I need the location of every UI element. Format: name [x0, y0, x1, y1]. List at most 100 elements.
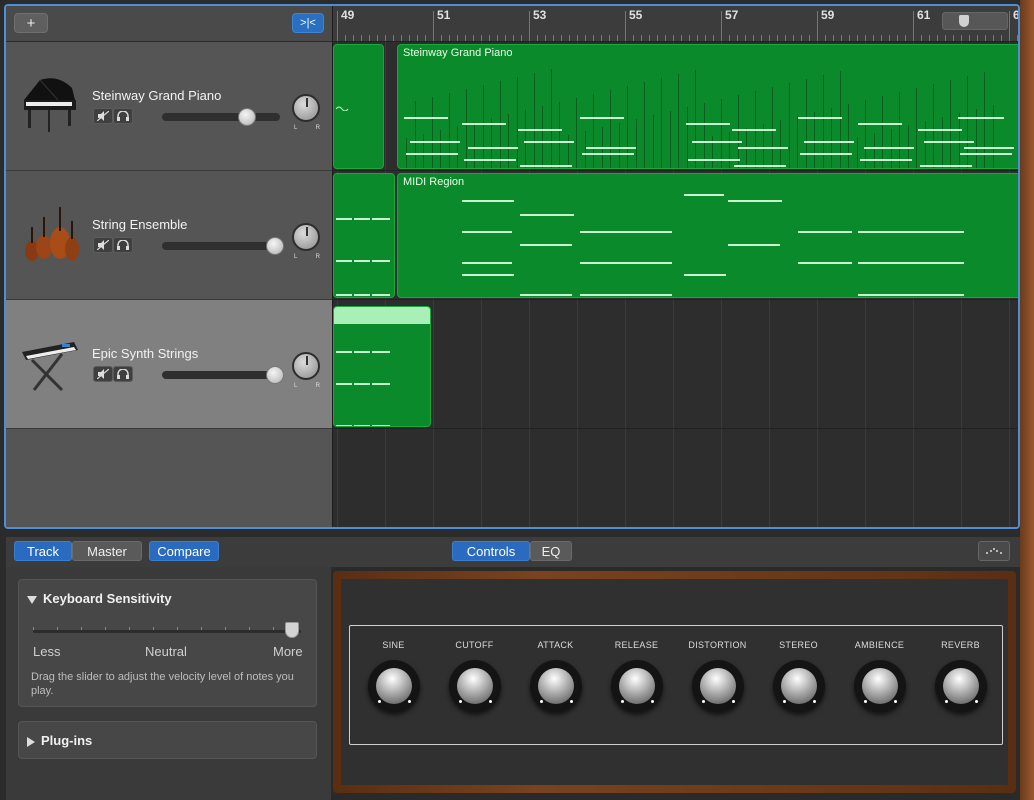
- ruler-tick: [529, 11, 530, 41]
- track-name[interactable]: Steinway Grand Piano: [92, 88, 221, 103]
- midi-note: [732, 129, 776, 131]
- synth-knob-cutoff[interactable]: CUTOFF: [434, 640, 515, 712]
- pan-knob[interactable]: [292, 223, 320, 251]
- tab-master[interactable]: Master: [72, 541, 142, 561]
- headphones-icon[interactable]: [113, 108, 133, 124]
- keyboard-sensitivity-slider[interactable]: [33, 630, 301, 633]
- midi-region[interactable]: MIDI Region: [397, 173, 1018, 298]
- rotary-knob[interactable]: [691, 660, 744, 712]
- track-name[interactable]: String Ensemble: [92, 217, 187, 232]
- synth-knob-attack[interactable]: ATTACK: [515, 640, 596, 712]
- velocity-line: [661, 78, 662, 168]
- bar-number: 53: [533, 8, 547, 22]
- region-name: MIDI Region: [403, 176, 465, 188]
- track-lane-strings[interactable]: MIDI Region: [333, 171, 1018, 300]
- volume-slider[interactable]: [162, 108, 280, 126]
- volume-slider-knob[interactable]: [266, 366, 284, 384]
- ruler-tick: [537, 35, 538, 41]
- mute-icon[interactable]: [93, 366, 113, 382]
- track-header-piano[interactable]: Steinway Grand Piano LR: [6, 42, 332, 171]
- midi-note: [798, 262, 852, 264]
- velocity-line: [593, 94, 594, 168]
- knob-indicator-dot: [812, 700, 816, 703]
- synth-knob-distortion[interactable]: DISTORTION: [677, 640, 758, 712]
- midi-region[interactable]: Steinway Grand Piano: [397, 44, 1018, 169]
- keyboard-sensitivity-disclosure[interactable]: Keyboard Sensitivity: [27, 591, 172, 606]
- slider-tick: [177, 627, 178, 630]
- ruler-tick: [545, 35, 546, 41]
- rotary-knob[interactable]: [853, 660, 906, 712]
- ruler-tick: [985, 35, 986, 41]
- rotary-knob[interactable]: [772, 660, 825, 712]
- ruler-tick: [873, 35, 874, 41]
- keyboard-sensitivity-thumb[interactable]: [285, 622, 299, 638]
- add-track-button[interactable]: +: [14, 13, 48, 33]
- mute-icon[interactable]: [93, 108, 113, 124]
- empty-track-header-area[interactable]: [6, 429, 332, 527]
- rotary-knob[interactable]: [934, 660, 987, 712]
- ruler-tick: [993, 35, 994, 41]
- velocity-line: [482, 85, 484, 168]
- velocity-line: [559, 102, 560, 168]
- ruler-tick: [705, 35, 706, 41]
- volume-slider[interactable]: [162, 366, 284, 384]
- catch-playhead-button[interactable]: >|<: [292, 13, 324, 33]
- zoom-slider[interactable]: [942, 12, 1008, 30]
- volume-slider-knob[interactable]: [238, 108, 256, 126]
- volume-slider-knob[interactable]: [266, 237, 284, 255]
- tab-controls[interactable]: Controls: [452, 541, 530, 561]
- rotary-knob[interactable]: [529, 660, 582, 712]
- rotary-knob[interactable]: [448, 660, 501, 712]
- midi-note: [688, 159, 740, 161]
- track-header-synth[interactable]: Epic Synth Strings LR: [6, 300, 332, 429]
- headphones-icon[interactable]: [113, 366, 133, 382]
- pan-knob[interactable]: [292, 352, 320, 380]
- pan-labels: LR: [294, 254, 320, 260]
- midi-region[interactable]: [333, 173, 395, 298]
- synth-knob-release[interactable]: RELEASE: [596, 640, 677, 712]
- rotary-knob[interactable]: [610, 660, 663, 712]
- ruler[interactable]: 49 51 53 55 57 59 61 6: [332, 6, 1018, 42]
- synth-knob-group: SINE CUTOFF ATTACK RELEASE DISTORTION STEREO A…: [349, 625, 1003, 745]
- timeline-area[interactable]: Steinway Grand Piano MIDI Region: [332, 42, 1018, 527]
- synth-knob-label: AMBIENCE: [854, 640, 905, 650]
- midi-note: [372, 351, 390, 353]
- pan-right-label: R: [315, 383, 320, 389]
- plugins-section[interactable]: Plug-ins: [18, 721, 317, 759]
- track-name[interactable]: Epic Synth Strings: [92, 346, 198, 361]
- pan-labels: LR: [294, 383, 320, 389]
- tab-eq[interactable]: EQ: [530, 541, 572, 561]
- midi-note: [920, 165, 972, 167]
- midi-note: [804, 141, 854, 143]
- ruler-tick: [369, 35, 370, 41]
- midi-note: [738, 147, 788, 149]
- tab-track[interactable]: Track: [14, 541, 72, 561]
- compare-button[interactable]: Compare: [149, 541, 219, 561]
- tracks-area: + >|< 49 51 53 55 57 59 61 6 Steinway Gr…: [4, 4, 1020, 529]
- controller-assignments-icon[interactable]: [978, 541, 1010, 561]
- ruler-tick: [585, 35, 586, 41]
- volume-slider[interactable]: [162, 237, 284, 255]
- track-header-strings[interactable]: String Ensemble LR: [6, 171, 332, 300]
- rotary-knob[interactable]: [367, 660, 420, 712]
- ruler-tick: [465, 35, 466, 41]
- synth-knob-reverb[interactable]: REVERB: [920, 640, 1001, 712]
- track-lane-piano[interactable]: Steinway Grand Piano: [333, 42, 1018, 171]
- midi-note: [406, 153, 458, 155]
- ruler-tick: [449, 35, 450, 41]
- synth-knob-stereo[interactable]: STEREO: [758, 640, 839, 712]
- track-lane-synth[interactable]: [333, 300, 1018, 429]
- mute-icon[interactable]: [93, 237, 113, 253]
- pan-knob[interactable]: [292, 94, 320, 122]
- knob-indicator-dot: [863, 700, 867, 703]
- ruler-tick: [521, 35, 522, 41]
- plugins-disclosure[interactable]: Plug-ins: [27, 733, 92, 748]
- zoom-slider-knob[interactable]: [959, 15, 969, 27]
- knob-cap: [618, 668, 655, 704]
- headphones-icon[interactable]: [113, 237, 133, 253]
- midi-region[interactable]: [333, 44, 384, 169]
- ruler-tick: [1017, 35, 1018, 41]
- synth-knob-sine[interactable]: SINE: [353, 640, 434, 712]
- synth-knob-ambience[interactable]: AMBIENCE: [839, 640, 920, 712]
- midi-region[interactable]: [333, 306, 431, 427]
